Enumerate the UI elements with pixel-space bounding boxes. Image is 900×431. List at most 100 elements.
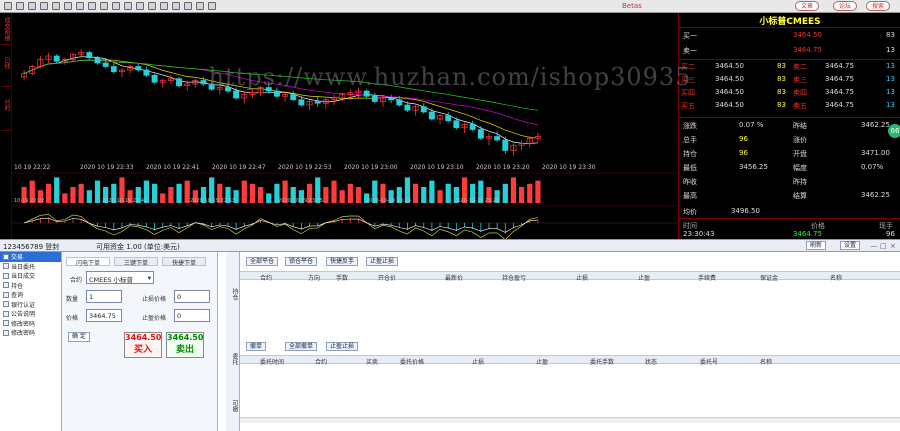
floating-badge[interactable]: 66 (888, 124, 900, 138)
maximize-icon[interactable]: □ (880, 242, 887, 250)
cursor-icon[interactable] (124, 2, 132, 10)
sell-button[interactable]: 3464.50 卖出 (166, 332, 204, 358)
stat-value: 3462.25 (861, 121, 890, 129)
tick-price: 3464.75 (793, 230, 822, 238)
article-button[interactable]: 文章 (795, 1, 820, 11)
zoom-in-icon[interactable] (100, 2, 108, 10)
settings-icon[interactable] (52, 2, 60, 10)
candle-body (53, 55, 60, 62)
indicator-icon[interactable] (136, 2, 144, 10)
column-header[interactable]: 持仓盈亏 (502, 273, 526, 282)
vtab-cancelable[interactable]: 可撤 (227, 396, 239, 416)
price-chart[interactable]: 10 19 22:22 2020 10 19 22:33 2020 10 19 22… (12, 13, 678, 239)
nav-item[interactable]: 公告说明 (0, 309, 61, 319)
buy-button[interactable]: 3464.50 买入 (124, 332, 162, 358)
vtab-orders[interactable]: 委托 (227, 349, 239, 369)
column-header[interactable]: 状态 (645, 357, 657, 366)
print-icon[interactable] (172, 2, 180, 10)
column-header[interactable]: 最新价 (445, 273, 463, 282)
nav-item[interactable]: 查询 (0, 290, 61, 300)
column-header[interactable]: 委托手数 (590, 357, 614, 366)
chart-icon[interactable] (64, 2, 72, 10)
column-header[interactable]: 止盈 (638, 273, 650, 282)
column-header[interactable]: 止损 (472, 357, 484, 366)
orders-header: 委托时间 合约 买卖 委托价格 止损 止盈 委托手数 状态 委托号 名称 (240, 355, 900, 366)
volume-bar (347, 183, 353, 203)
volume-axis-label: 10-19 22:22 (14, 198, 45, 204)
quantity-input[interactable]: 1 (86, 290, 122, 303)
nav-item[interactable]: 修改密码 (0, 319, 61, 329)
volume-bar (160, 193, 166, 203)
column-header[interactable]: 委托号 (700, 357, 718, 366)
search-button[interactable]: 搜索 (866, 1, 891, 11)
cancel-order-button[interactable]: 撤单 (246, 342, 267, 351)
depth-row[interactable]: 买五 3464.50 83 卖五 3464.75 13 (681, 100, 899, 111)
vtab-positions[interactable]: 持仓 (227, 284, 239, 304)
quantity-label: 数量 (66, 296, 79, 303)
column-header[interactable]: 买卖 (366, 357, 378, 366)
buy1-row[interactable]: 买一 3464.50 83 (681, 30, 899, 41)
time-axis-label: 2020 10 19 23:20 (476, 164, 530, 171)
quick-reverse-button[interactable]: 快捷反手 (326, 257, 359, 266)
forum-button[interactable]: 论坛 (833, 1, 858, 11)
column-header[interactable]: 合约 (315, 357, 327, 366)
column-header[interactable]: 合约 (260, 273, 272, 282)
contract-select[interactable]: CMEES 小标普 ▾ (86, 271, 154, 284)
grid-icon[interactable] (160, 2, 168, 10)
lock-icon[interactable] (196, 2, 204, 10)
forward-icon[interactable] (40, 2, 48, 10)
column-header[interactable]: 开仓价 (378, 273, 396, 282)
refresh-button[interactable]: 刷新 (806, 241, 827, 250)
column-header[interactable]: 手续费 (698, 273, 716, 282)
vtab-intraday[interactable]: 分时 (1, 99, 11, 131)
nav-item[interactable]: 交易 (0, 252, 61, 262)
take-profit-input[interactable]: 0 (174, 309, 210, 322)
stop-loss-input[interactable]: 0 (174, 290, 210, 303)
nav-item[interactable]: 当日成交 (0, 271, 61, 281)
candle-body (469, 123, 476, 130)
help-icon[interactable] (208, 2, 216, 10)
tab-three-key-order[interactable]: 三键下单 (114, 257, 158, 267)
nav-item[interactable]: 修改密码 (0, 328, 61, 338)
tab-quick-order[interactable]: 快捷下单 (162, 257, 206, 267)
minimize-icon[interactable]: — (870, 242, 877, 250)
draw-line-icon[interactable] (76, 2, 84, 10)
column-header[interactable]: 委托时间 (260, 357, 284, 366)
tab-flash-order[interactable]: 闪电下单 (66, 257, 110, 267)
settings-button[interactable]: 设置 (840, 241, 861, 250)
column-header[interactable]: 手数 (336, 273, 348, 282)
home-icon[interactable] (4, 2, 12, 10)
column-header[interactable]: 止盈 (536, 357, 548, 366)
confirm-button[interactable]: 确 定 (68, 332, 90, 342)
timeframe-icon[interactable] (148, 2, 156, 10)
vertical-tabs: 持仓 委托 可撤 (226, 252, 240, 431)
nav-item[interactable]: 银行认证 (0, 300, 61, 310)
close-icon[interactable]: × (890, 242, 896, 250)
nav-item[interactable]: 当日委托 (0, 262, 61, 272)
column-header[interactable]: 名称 (830, 273, 842, 282)
candle-icon[interactable] (88, 2, 96, 10)
order-stop-profit-loss-button[interactable]: 止盈止损 (326, 342, 359, 351)
candle-body (502, 139, 509, 151)
sell1-row[interactable]: 卖一 3464.75 13 (681, 45, 899, 56)
column-header[interactable]: 方向 (308, 273, 320, 282)
horizontal-scrollbar[interactable] (240, 417, 900, 423)
vtab-trades[interactable]: 成交明细 (1, 17, 11, 45)
buy1-volume: 83 (886, 31, 895, 39)
nav-item[interactable]: 持仓 (0, 281, 61, 291)
volume-bar (510, 177, 517, 203)
price-input[interactable]: 3464.75 (86, 309, 122, 322)
stop-profit-loss-button[interactable]: 止盈止损 (366, 257, 399, 266)
column-header[interactable]: 保证金 (760, 273, 778, 282)
column-header[interactable]: 委托价格 (400, 357, 424, 366)
back-icon[interactable] (28, 2, 36, 10)
refresh-icon[interactable] (16, 2, 24, 10)
cancel-all-button[interactable]: 全部撤单 (285, 342, 318, 351)
close-all-button[interactable]: 全部平仓 (246, 257, 279, 266)
column-header[interactable]: 名称 (760, 357, 772, 366)
column-header[interactable]: 止损 (576, 273, 588, 282)
lock-close-button[interactable]: 锁仓平仓 (285, 257, 318, 266)
zoom-out-icon[interactable] (112, 2, 120, 10)
window-icon[interactable] (184, 2, 192, 10)
stat-value: 3462.25 (861, 191, 890, 199)
